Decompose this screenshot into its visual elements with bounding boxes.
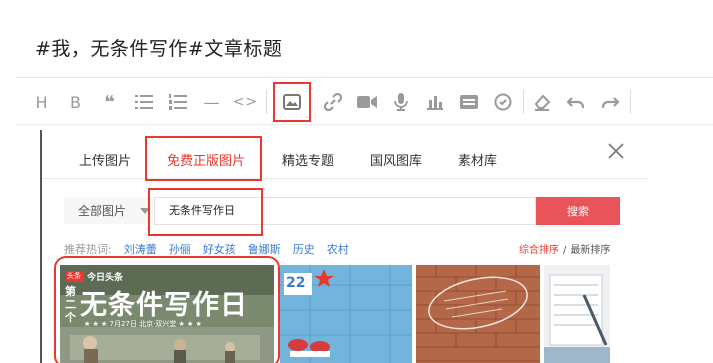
heading-button[interactable]: H (28, 87, 55, 117)
article-title[interactable]: #我，无条件写作#文章标题 (35, 34, 282, 61)
calendar-number: 22 (286, 275, 306, 291)
toolbar-bottom-divider (15, 124, 713, 125)
image-thumbnail[interactable] (544, 265, 610, 363)
dialog-tabs: 上传图片 免费正版图片 精选专题 国风图库 素材库 (42, 130, 648, 181)
mention-icon (494, 93, 511, 111)
undo-icon (566, 97, 584, 108)
bold-button[interactable]: B (62, 87, 89, 117)
quote-button[interactable]: ❝ (96, 87, 123, 117)
video-button[interactable] (353, 87, 380, 117)
toolbar-separator (266, 90, 267, 114)
eraser-icon (534, 94, 550, 111)
card-button[interactable] (455, 87, 482, 117)
toolbar-top-divider (15, 77, 713, 78)
image-dialog: 上传图片 免费正版图片 精选专题 国风图库 素材库 全部图片 无条件写作日 搜索… (40, 130, 648, 363)
video-icon (356, 96, 377, 108)
image-thumbnail[interactable] (416, 265, 540, 363)
tab-guofeng-gallery[interactable]: 国风图库 (370, 150, 422, 169)
hot-keyword[interactable]: 农村 (327, 243, 349, 256)
thumbnail-highlight-box (54, 256, 280, 363)
code-button[interactable]: <> (232, 87, 259, 117)
chart-button[interactable] (421, 87, 448, 117)
hot-keyword[interactable]: 刘涛蕾 (124, 243, 157, 256)
toolbar-separator (630, 90, 631, 114)
hot-keyword[interactable]: 鲁娜斯 (248, 243, 281, 256)
thumbnail-image (416, 265, 540, 363)
mention-button[interactable] (489, 87, 516, 117)
thumbnail-image (544, 265, 610, 363)
audio-icon (393, 93, 408, 111)
editor-toolbar: H B ❝ — <> (28, 82, 635, 122)
tab-highlight-box (145, 136, 262, 181)
close-button[interactable] (607, 142, 625, 160)
quote-icon: ❝ (104, 91, 115, 113)
ordered-list-icon (168, 94, 187, 110)
tab-upload-image[interactable]: 上传图片 (79, 150, 131, 169)
hot-keyword[interactable]: 孙俪 (169, 243, 191, 256)
hot-keyword[interactable]: 好女孩 (203, 243, 236, 256)
redo-icon (601, 97, 619, 108)
hot-keyword[interactable]: 历史 (293, 243, 315, 256)
audio-button[interactable] (387, 87, 414, 117)
heading-icon: H (35, 92, 48, 112)
image-category-select[interactable]: 全部图片 (64, 197, 154, 224)
link-button[interactable] (319, 87, 346, 117)
search-highlight-box (148, 188, 263, 236)
hot-keywords: 推荐热词: 刘涛蕾 孙俪 好女孩 鲁娜斯 历史 农村 (64, 241, 349, 257)
sort-latest[interactable]: 最新排序 (570, 245, 610, 256)
tab-material-library[interactable]: 素材库 (458, 150, 497, 169)
image-button[interactable] (273, 82, 311, 122)
sort-separator: / (563, 245, 567, 256)
sort-comprehensive[interactable]: 综合排序 (519, 245, 559, 256)
card-icon (459, 95, 478, 109)
divider-icon: — (203, 92, 220, 112)
hot-keywords-label: 推荐热词: (64, 243, 112, 256)
unordered-list-button[interactable] (130, 87, 157, 117)
code-icon: <> (232, 94, 259, 110)
image-thumbnail[interactable]: 22 (280, 265, 412, 363)
ordered-list-button[interactable] (164, 87, 191, 117)
unordered-list-icon (134, 95, 153, 109)
link-icon (323, 93, 342, 111)
chart-icon (426, 96, 443, 110)
toolbar-separator (523, 90, 524, 114)
image-icon (283, 94, 301, 110)
close-icon (608, 143, 624, 159)
eraser-button[interactable] (528, 87, 555, 117)
search-button[interactable]: 搜索 (536, 197, 620, 225)
undo-button[interactable] (562, 87, 589, 117)
sort-options: 综合排序 / 最新排序 (519, 241, 610, 256)
image-category-label: 全部图片 (78, 204, 127, 218)
divider-button[interactable]: — (198, 87, 225, 117)
redo-button[interactable] (596, 87, 623, 117)
tab-featured-topics[interactable]: 精选专题 (282, 150, 334, 169)
bold-icon: B (70, 92, 81, 112)
